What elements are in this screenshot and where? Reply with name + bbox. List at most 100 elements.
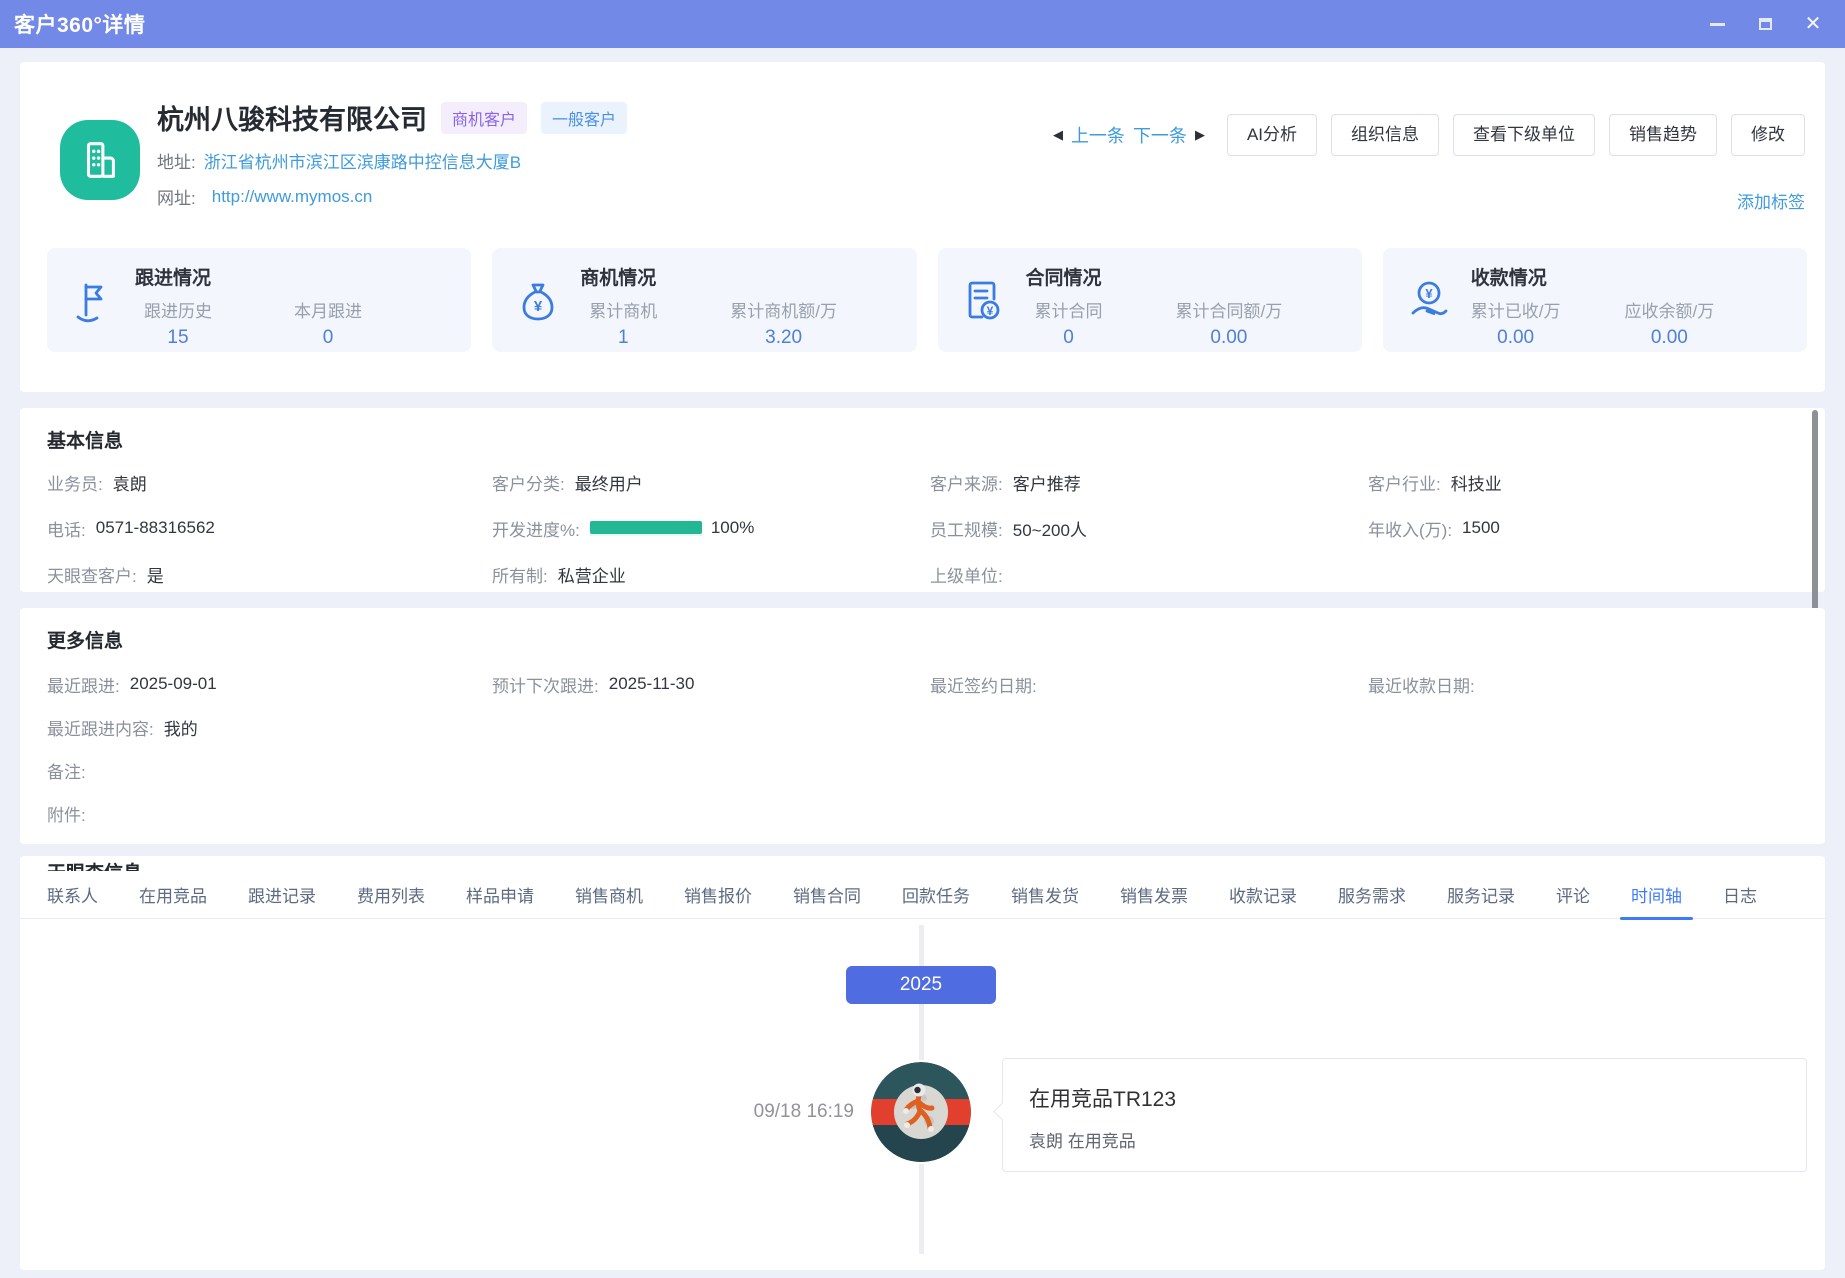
tab-sales-invoice[interactable]: 销售发票 <box>1120 871 1188 919</box>
stat-cards: 跟进情况 跟进历史 15 本月跟进 0 <box>47 248 1807 352</box>
website-label: 网址: <box>157 184 196 209</box>
address-label: 地址: <box>157 148 196 173</box>
tab-expense-list[interactable]: 费用列表 <box>357 871 425 919</box>
timeline-panel: 2025 09/18 16:19 <box>20 919 1825 1254</box>
tab-competitor-products[interactable]: 在用竞品 <box>139 871 207 919</box>
stat-metric: 跟进历史 15 <box>135 297 221 349</box>
tab-payment-records[interactable]: 收款记录 <box>1229 871 1297 919</box>
more-field-last-sign-date: 最近签约日期: <box>930 671 1368 697</box>
tab-sales-contract[interactable]: 销售合同 <box>793 871 861 919</box>
stat-metric: 本月跟进 0 <box>285 297 371 349</box>
tab-payment-tasks[interactable]: 回款任务 <box>902 871 970 919</box>
tag-opportunity-customer[interactable]: 商机客户 <box>441 102 527 134</box>
tab-timeline[interactable]: 时间轴 <box>1631 871 1682 919</box>
basic-field-annual-income: 年收入(万): 1500 <box>1368 515 1798 541</box>
company-info: 杭州八骏科技有限公司 商机客户 一般客户 地址: 浙江省杭州市滨江区滨康路中控信… <box>157 98 627 209</box>
timeline-item-card[interactable]: 在用竞品TR123 袁朗 在用竞品 <box>1002 1058 1807 1172</box>
tab-sales-quote[interactable]: 销售报价 <box>684 871 752 919</box>
payment-hand-icon: ¥ <box>1405 277 1453 325</box>
basic-field-ownership: 所有制: 私营企业 <box>492 561 930 587</box>
stat-title: 收款情况 <box>1471 263 1714 290</box>
close-icon[interactable]: ✕ <box>1803 14 1823 34</box>
stat-metric: 累计商机 1 <box>580 297 666 349</box>
edit-button[interactable]: 修改 <box>1731 114 1805 156</box>
more-field-last-payment-date: 最近收款日期: <box>1368 671 1798 697</box>
prev-arrow-icon[interactable]: ◀ <box>1053 127 1063 143</box>
more-info-title: 更多信息 <box>47 626 1798 653</box>
timeline-item-subtitle: 袁朗 在用竞品 <box>1029 1127 1780 1152</box>
stat-card-followup: 跟进情况 跟进历史 15 本月跟进 0 <box>47 248 471 352</box>
stat-metric: 累计合同额/万 0.00 <box>1176 297 1283 349</box>
basic-field-empty <box>1368 561 1798 587</box>
tab-logs[interactable]: 日志 <box>1723 871 1757 919</box>
next-arrow-icon[interactable]: ▶ <box>1195 127 1205 143</box>
customer-360-window: 客户360°详情 ✕ 杭州八 <box>0 0 1845 1278</box>
view-subunits-button[interactable]: 查看下级单位 <box>1453 114 1595 156</box>
timeline-item-time: 09/18 16:19 <box>640 1101 854 1123</box>
website-link[interactable]: http://www.mymos.cn <box>212 187 373 207</box>
detail-tabs: 联系人 在用竞品 跟进记录 费用列表 样品申请 销售商机 销售报价 销售合同 回… <box>20 871 1825 919</box>
record-nav: ◀ 上一条 下一条 ▶ <box>1053 122 1205 148</box>
minimize-icon[interactable] <box>1707 14 1727 34</box>
address-row: 地址: 浙江省杭州市滨江区滨康路中控信息大厦B <box>157 148 627 173</box>
basic-field-salesperson: 业务员: 袁朗 <box>47 469 492 495</box>
basic-field-industry: 客户行业: 科技业 <box>1368 469 1798 495</box>
tab-followup-records[interactable]: 跟进记录 <box>248 871 316 919</box>
contract-icon: ¥ <box>960 277 1008 325</box>
company-avatar <box>60 120 140 200</box>
tag-general-customer[interactable]: 一般客户 <box>541 102 627 134</box>
prev-record-link[interactable]: 上一条 <box>1071 122 1125 148</box>
stat-metric: 累计已收/万 0.00 <box>1471 297 1561 349</box>
sales-trend-button[interactable]: 销售趋势 <box>1609 114 1717 156</box>
stat-title: 合同情况 <box>1026 263 1283 290</box>
window-title: 客户360°详情 <box>14 9 145 39</box>
svg-text:¥: ¥ <box>534 298 543 315</box>
basic-field-customer-class: 客户分类: 最终用户 <box>492 469 930 495</box>
basic-field-progress: 开发进度%: 100% <box>492 515 930 541</box>
basic-field-customer-source: 客户来源: 客户推荐 <box>930 469 1368 495</box>
tab-sales-opportunity[interactable]: 销售商机 <box>575 871 643 919</box>
tab-service-records[interactable]: 服务记录 <box>1447 871 1515 919</box>
titlebar: 客户360°详情 ✕ <box>0 0 1845 48</box>
more-field-remark: 备注: <box>47 757 1798 783</box>
tab-sample-request[interactable]: 样品申请 <box>466 871 534 919</box>
clipped-section-title: 天眼查信息 <box>47 858 142 871</box>
basic-field-tianyancha: 天眼查客户: 是 <box>47 561 492 587</box>
customer-header-card: 杭州八骏科技有限公司 商机客户 一般客户 地址: 浙江省杭州市滨江区滨康路中控信… <box>20 62 1825 392</box>
more-field-attachment: 附件: <box>47 800 1798 826</box>
stat-metric: 累计商机额/万 3.20 <box>730 297 837 349</box>
building-icon <box>77 137 123 183</box>
detail-tabs-card: 天眼查信息 联系人 在用竞品 跟进记录 费用列表 样品申请 销售商机 销售报价 … <box>20 856 1825 1270</box>
more-field-next-followup: 预计下次跟进: 2025-11-30 <box>492 671 930 697</box>
follow-flag-icon <box>69 277 117 325</box>
org-info-button[interactable]: 组织信息 <box>1331 114 1439 156</box>
stat-metric: 累计合同 0 <box>1026 297 1112 349</box>
maximize-icon[interactable] <box>1755 14 1775 34</box>
stat-card-opportunity: ¥ 商机情况 累计商机 1 累计商机额/万 3.20 <box>492 248 916 352</box>
progress-percent: 100% <box>711 518 754 538</box>
svg-text:¥: ¥ <box>1425 286 1433 301</box>
svg-text:¥: ¥ <box>986 304 993 318</box>
tab-contacts[interactable]: 联系人 <box>47 871 98 919</box>
window-controls: ✕ <box>1707 0 1823 48</box>
progress-bar <box>590 521 702 536</box>
ai-analysis-button[interactable]: AI分析 <box>1227 114 1317 156</box>
more-field-last-followup: 最近跟进: 2025-09-01 <box>47 671 492 697</box>
more-field-followup-content: 最近跟进内容: 我的 <box>47 714 1798 740</box>
stat-card-contract: ¥ 合同情况 累计合同 0 累计合同额/万 0.00 <box>938 248 1362 352</box>
add-tag-link[interactable]: 添加标签 <box>1737 188 1805 213</box>
header-actions: ◀ 上一条 下一条 ▶ AI分析 组织信息 查看下级单位 销售趋势 修改 <box>1053 114 1805 156</box>
stat-metric: 应收余额/万 0.00 <box>1624 297 1714 349</box>
money-bag-icon: ¥ <box>514 277 562 325</box>
basic-field-phone: 电话: 0571-88316562 <box>47 515 492 541</box>
stat-title: 跟进情况 <box>135 263 371 290</box>
stat-card-payment: ¥ 收款情况 累计已收/万 0.00 应收余额/万 0.0 <box>1383 248 1807 352</box>
tab-comments[interactable]: 评论 <box>1556 871 1590 919</box>
stat-title: 商机情况 <box>580 263 837 290</box>
timeline-item-avatar <box>871 1062 971 1162</box>
address-link[interactable]: 浙江省杭州市滨江区滨康路中控信息大厦B <box>204 148 521 173</box>
tab-sales-shipment[interactable]: 销售发货 <box>1011 871 1079 919</box>
tab-service-needs[interactable]: 服务需求 <box>1338 871 1406 919</box>
timeline-item-title: 在用竞品TR123 <box>1029 1083 1780 1113</box>
next-record-link[interactable]: 下一条 <box>1133 122 1187 148</box>
